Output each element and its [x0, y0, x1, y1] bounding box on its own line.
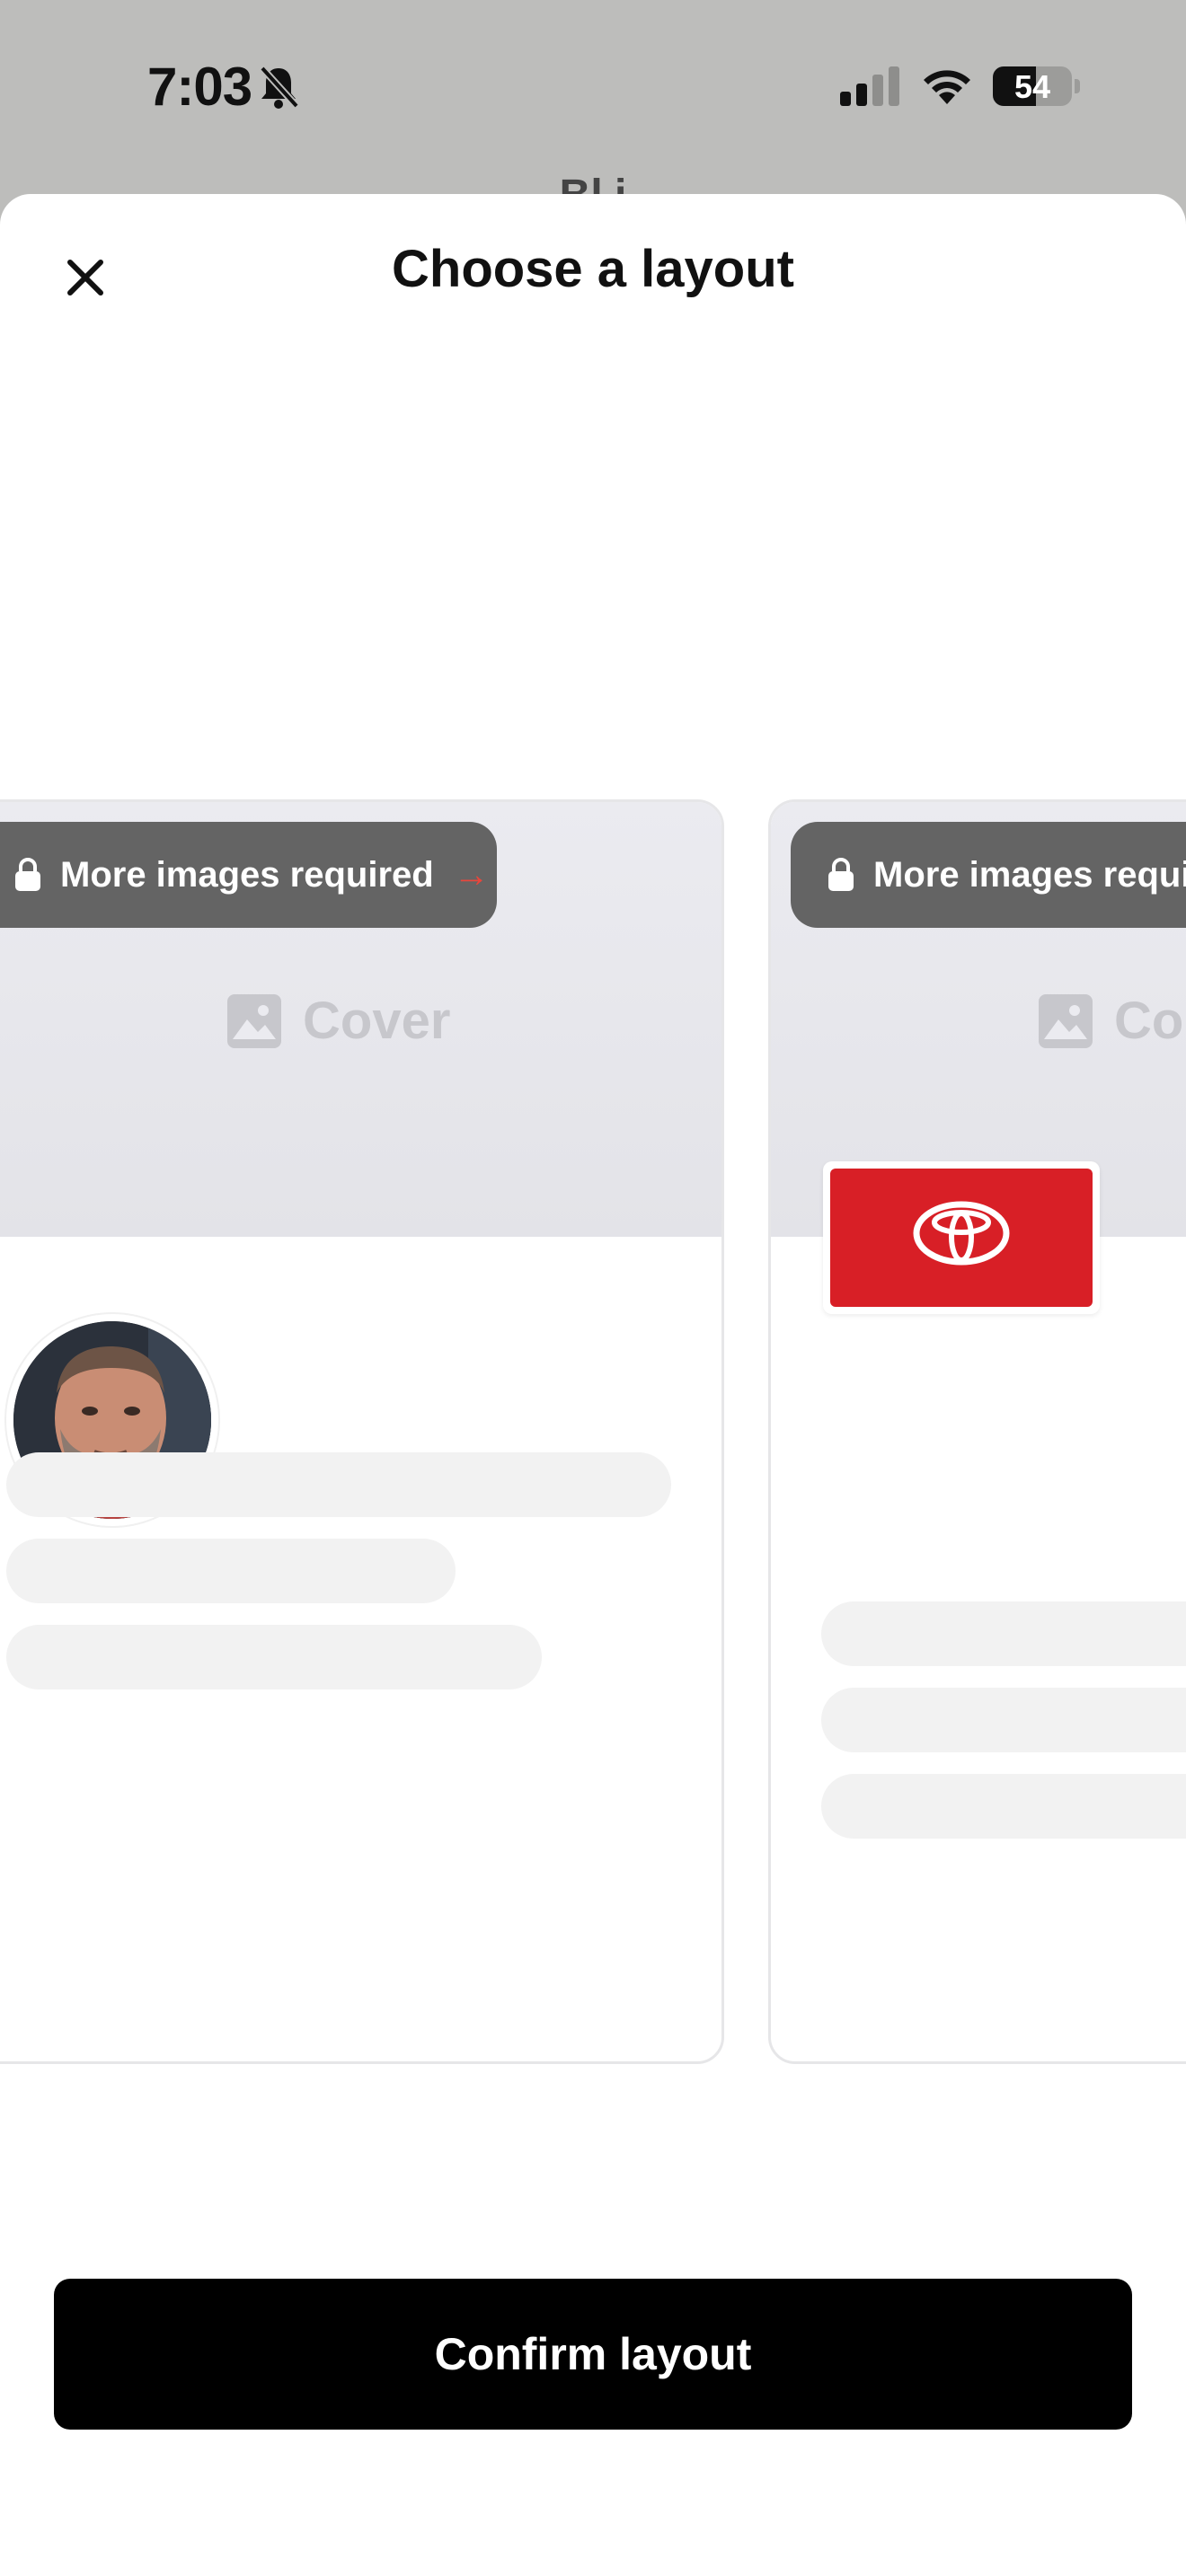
text-placeholder-line: [6, 1625, 542, 1689]
layout-option-avatar[interactable]: More images required → Cover: [0, 799, 724, 2064]
layout-sheet: Choose a layout More images required → C…: [0, 194, 1186, 2576]
cover-label: Co: [1039, 991, 1183, 1051]
sheet-title: Choose a layout: [392, 240, 794, 298]
image-icon: [1039, 993, 1093, 1048]
battery-level: 54: [1013, 68, 1051, 105]
battery-tip: [1075, 79, 1080, 93]
text-placeholder-line: [6, 1452, 671, 1517]
lock-icon: [15, 858, 40, 891]
text-placeholder-line: [821, 1688, 1186, 1752]
wifi-icon: [924, 70, 970, 104]
text-placeholder-line: [821, 1601, 1186, 1666]
bell-slash-icon: [260, 66, 299, 109]
more-images-required-badge[interactable]: More images required →: [0, 822, 497, 928]
battery-icon: 54: [993, 66, 1072, 106]
more-images-required-badge[interactable]: More images requir: [791, 822, 1186, 928]
arrow-right-icon: →: [453, 854, 490, 895]
image-icon: [227, 993, 281, 1048]
status-time: 7:03: [147, 57, 252, 117]
layout-option-logo[interactable]: More images requir Co: [768, 799, 1186, 2064]
cellular-signal-icon: [840, 66, 899, 106]
status-bar: 7:03 54: [0, 0, 1186, 180]
lock-icon: [828, 858, 854, 891]
cover-label: Cover: [227, 991, 450, 1051]
text-placeholder-line: [6, 1539, 456, 1603]
badge-label: More images required: [60, 854, 434, 895]
toyota-logo-icon: [913, 1201, 1010, 1266]
company-logo: [823, 1161, 1100, 1314]
cover-text: Cover: [303, 992, 451, 1050]
badge-label: More images requir: [873, 854, 1186, 895]
text-placeholder-line: [821, 1774, 1186, 1839]
confirm-layout-button[interactable]: Confirm layout: [54, 2279, 1132, 2430]
cover-text: Co: [1114, 992, 1184, 1050]
